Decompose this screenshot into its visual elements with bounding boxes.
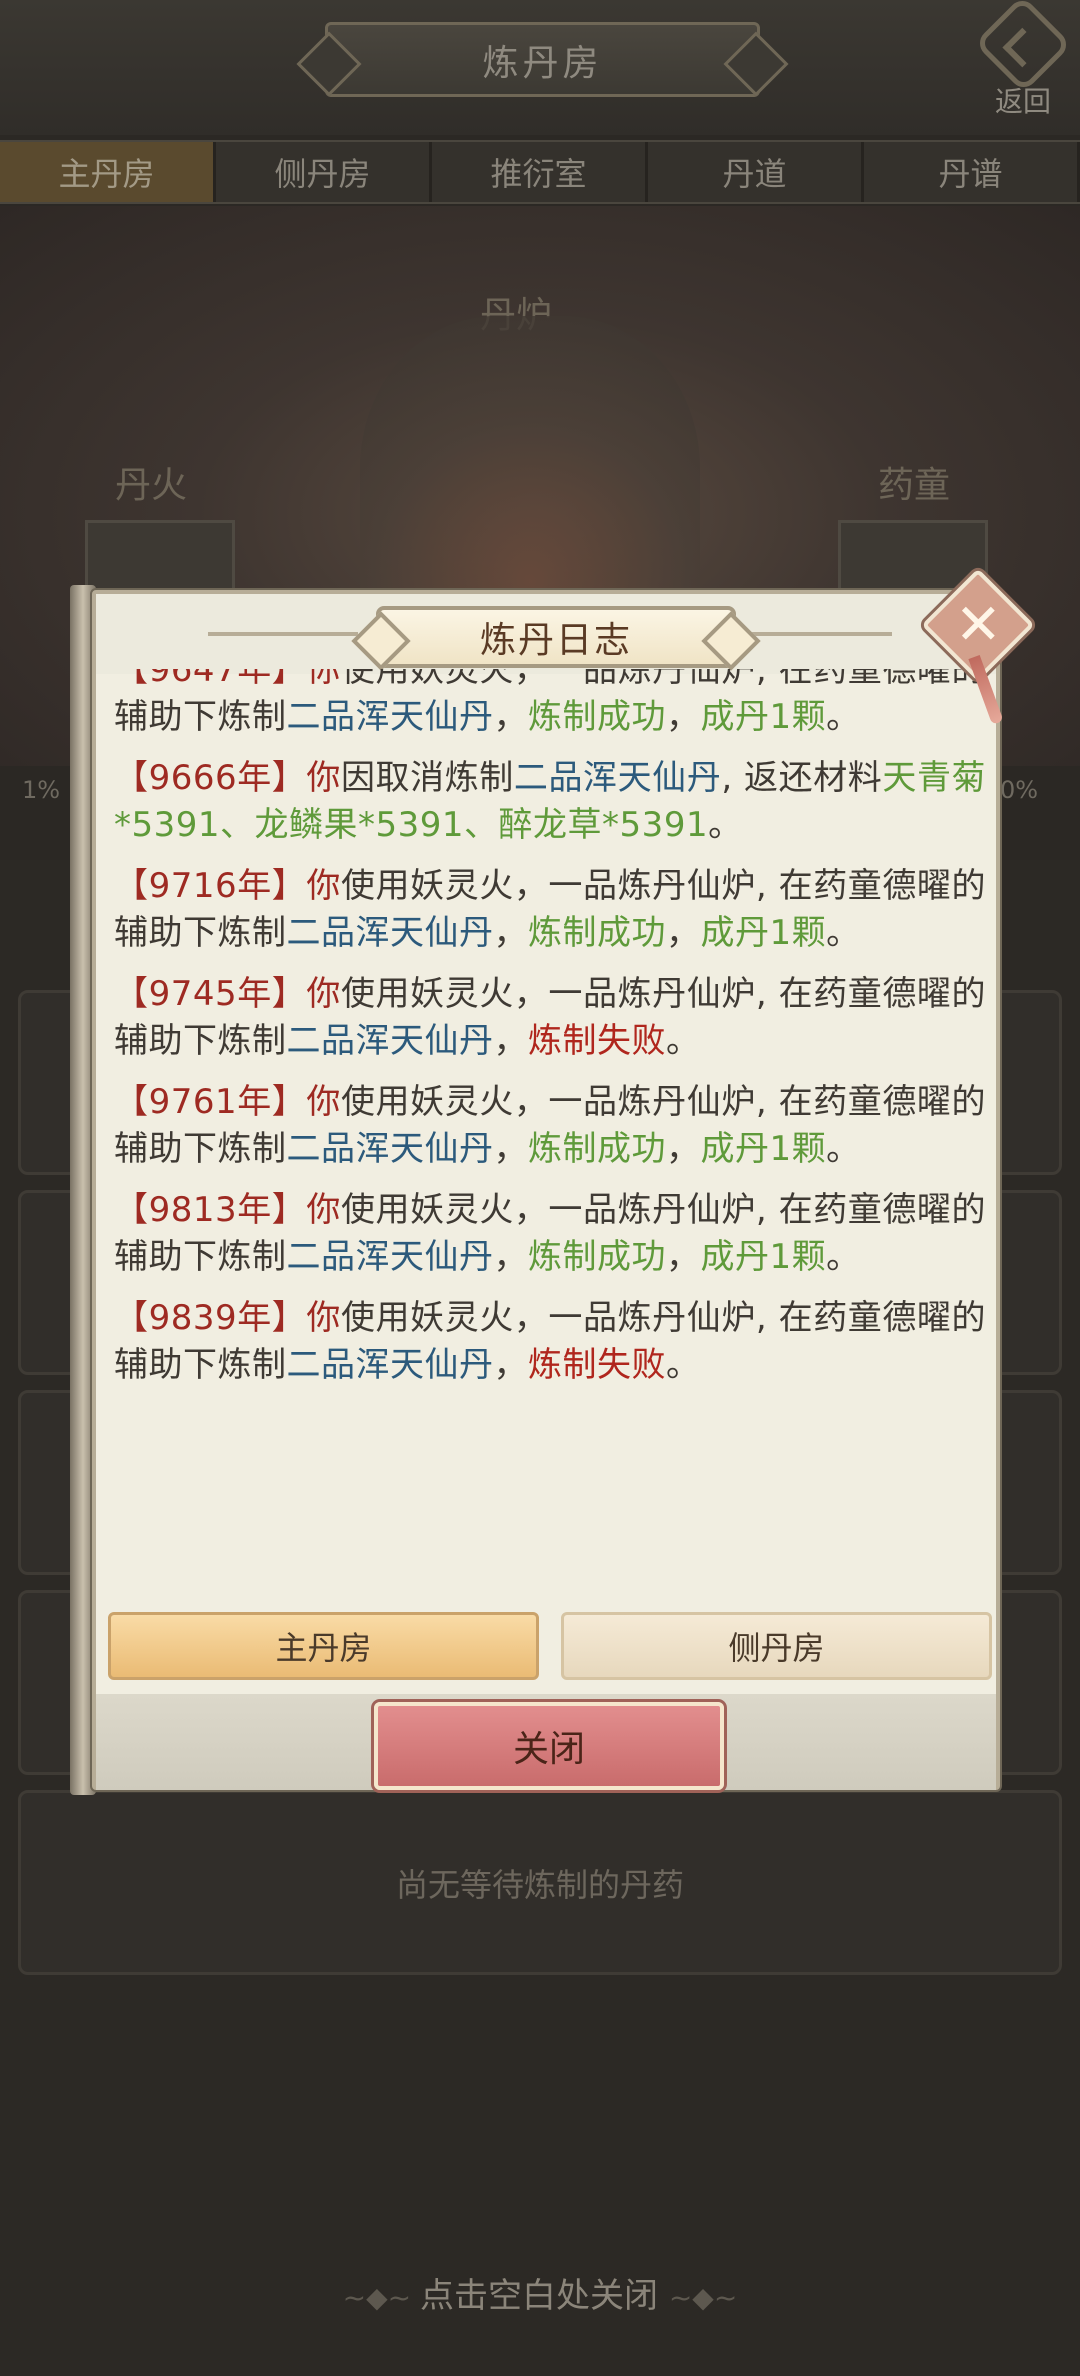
log-separator: ， xyxy=(666,1237,701,1277)
log-separator: ， xyxy=(493,1129,528,1169)
log-pill-name: 二品浑天仙丹 xyxy=(286,697,494,737)
log-separator: ， xyxy=(493,697,528,737)
tab-alchemy-way[interactable]: 丹道 xyxy=(648,142,864,202)
log-period: 。 xyxy=(826,1129,861,1169)
log-period: 。 xyxy=(666,1345,701,1385)
fire-label: 丹火 xyxy=(115,465,188,506)
header-line-right xyxy=(742,632,892,636)
log-result: 炼制失败 xyxy=(528,1345,666,1385)
log-result: 炼制失败 xyxy=(528,1021,666,1061)
log-entry: 【9839年】你使用妖灵火，一品炼丹仙炉, 在药童德曜的辅助下炼制二品浑天仙丹，… xyxy=(114,1295,986,1389)
log-pill-name: 二品浑天仙丹 xyxy=(286,1129,494,1169)
tab-side-room[interactable]: 侧丹房 xyxy=(216,142,432,202)
log-pill-name: 二品浑天仙丹 xyxy=(286,1237,494,1277)
log-entry: 【9716年】你使用妖灵火，一品炼丹仙炉, 在药童德曜的辅助下炼制二品浑天仙丹，… xyxy=(114,863,986,957)
log-entry: 【9666年】你因取消炼制二品浑天仙丹, 返还材料天青菊*5391、龙鳞果*53… xyxy=(114,755,986,849)
log-subject: 你 xyxy=(306,758,341,798)
log-period: 。 xyxy=(708,805,743,845)
log-separator: ， xyxy=(493,913,528,953)
log-entry: 【9647年】你使用妖灵火，一品炼丹仙炉, 在药童德曜的辅助下炼制二品浑天仙丹，… xyxy=(114,669,986,741)
log-separator: ， xyxy=(666,1129,701,1169)
log-separator: ， xyxy=(666,697,701,737)
main-tab-bar: 主丹房 侧丹房 推衍室 丹道 丹谱 xyxy=(0,140,1080,204)
header-line-left xyxy=(208,632,358,636)
close-icon: ✕ xyxy=(954,591,1002,657)
log-result: 炼制成功 xyxy=(528,697,666,737)
log-pill-name: 二品浑天仙丹 xyxy=(286,913,494,953)
log-yield: 成丹1颗 xyxy=(700,913,827,953)
dialog-tab-main-room[interactable]: 主丹房 xyxy=(108,1612,539,1680)
tap-blank-close-hint[interactable]: ~◆~ 点击空白处关闭 ~◆~ xyxy=(0,2268,1080,2317)
log-result: 炼制成功 xyxy=(528,1237,666,1277)
log-year: 【9745年】 xyxy=(114,974,307,1014)
dialog-tab-side-room[interactable]: 侧丹房 xyxy=(561,1612,992,1680)
log-result: 炼制成功 xyxy=(528,913,666,953)
log-separator: ， xyxy=(493,1021,528,1061)
dialog-tab-row: 主丹房 侧丹房 xyxy=(108,1612,992,1680)
page-title: 炼丹房 xyxy=(325,22,760,97)
boy-label: 药童 xyxy=(878,465,951,506)
log-separator: , 返还材料 xyxy=(721,758,883,798)
log-pill-name: 二品浑天仙丹 xyxy=(286,1021,494,1061)
back-button[interactable]: 返回 xyxy=(974,0,1072,120)
top-bar: 炼丹房 返回 xyxy=(0,0,1080,135)
log-separator: ， xyxy=(666,913,701,953)
close-button[interactable]: 关闭 xyxy=(374,1702,724,1790)
left-percent: 1% xyxy=(22,776,61,804)
right-percent: 0% xyxy=(1000,776,1039,804)
log-subject: 你 xyxy=(306,1082,341,1122)
ornament-left-icon: ~◆~ xyxy=(342,2281,421,2314)
log-subject: 你 xyxy=(306,669,341,690)
tab-deduction-room[interactable]: 推衍室 xyxy=(432,142,648,202)
log-separator: ， xyxy=(493,1237,528,1277)
back-icon xyxy=(974,0,1072,93)
log-period: 。 xyxy=(826,913,861,953)
log-entry: 【9813年】你使用妖灵火，一品炼丹仙炉, 在药童德曜的辅助下炼制二品浑天仙丹，… xyxy=(114,1187,986,1281)
log-list: 【9647年】你使用妖灵火，一品炼丹仙炉, 在药童德曜的辅助下炼制二品浑天仙丹，… xyxy=(114,669,986,1403)
empty-queue-text: 尚无等待炼制的丹药 xyxy=(395,1866,684,1904)
dialog-title: 炼丹日志 xyxy=(376,606,736,668)
log-pill-name: 二品浑天仙丹 xyxy=(286,1345,494,1385)
log-entry: 【9761年】你使用妖灵火，一品炼丹仙炉, 在药童德曜的辅助下炼制二品浑天仙丹，… xyxy=(114,1079,986,1173)
tab-main-room[interactable]: 主丹房 xyxy=(0,142,216,202)
log-year: 【9813年】 xyxy=(114,1190,307,1230)
log-subject: 你 xyxy=(306,866,341,906)
log-year: 【9761年】 xyxy=(114,1082,307,1122)
log-year: 【9647年】 xyxy=(114,669,307,690)
log-period: 。 xyxy=(666,1021,701,1061)
tab-recipes[interactable]: 丹谱 xyxy=(864,142,1080,202)
ornament-right-icon: ~◆~ xyxy=(668,2281,738,2314)
log-year: 【9716年】 xyxy=(114,866,307,906)
dialog-panel: 炼丹日志 【9647年】你使用妖灵火，一品炼丹仙炉, 在药童德曜的辅助下炼制二品… xyxy=(92,590,1000,1790)
log-separator: ， xyxy=(493,1345,528,1385)
log-subject: 你 xyxy=(306,974,341,1014)
log-yield: 成丹1颗 xyxy=(700,1237,827,1277)
dialog-header: 炼丹日志 xyxy=(96,594,996,674)
log-scroll-area[interactable]: 【9647年】你使用妖灵火，一品炼丹仙炉, 在药童德曜的辅助下炼制二品浑天仙丹，… xyxy=(114,669,986,1589)
alchemy-log-dialog: 炼丹日志 【9647年】你使用妖灵火，一品炼丹仙炉, 在药童德曜的辅助下炼制二品… xyxy=(70,568,1035,1795)
log-text: 因取消炼制 xyxy=(340,758,514,798)
log-entry: 【9745年】你使用妖灵火，一品炼丹仙炉, 在药童德曜的辅助下炼制二品浑天仙丹，… xyxy=(114,971,986,1065)
log-yield: 成丹1颗 xyxy=(700,1129,827,1169)
log-yield: 成丹1颗 xyxy=(700,697,827,737)
log-period: 。 xyxy=(826,1237,861,1277)
log-subject: 你 xyxy=(306,1298,341,1338)
close-hint-text: 点击空白处关闭 xyxy=(420,2276,659,2316)
log-result: 炼制成功 xyxy=(528,1129,666,1169)
log-year: 【9839年】 xyxy=(114,1298,307,1338)
log-period: 。 xyxy=(826,697,861,737)
log-year: 【9666年】 xyxy=(114,758,307,798)
log-subject: 你 xyxy=(306,1190,341,1230)
log-pill-name: 二品浑天仙丹 xyxy=(513,758,722,798)
